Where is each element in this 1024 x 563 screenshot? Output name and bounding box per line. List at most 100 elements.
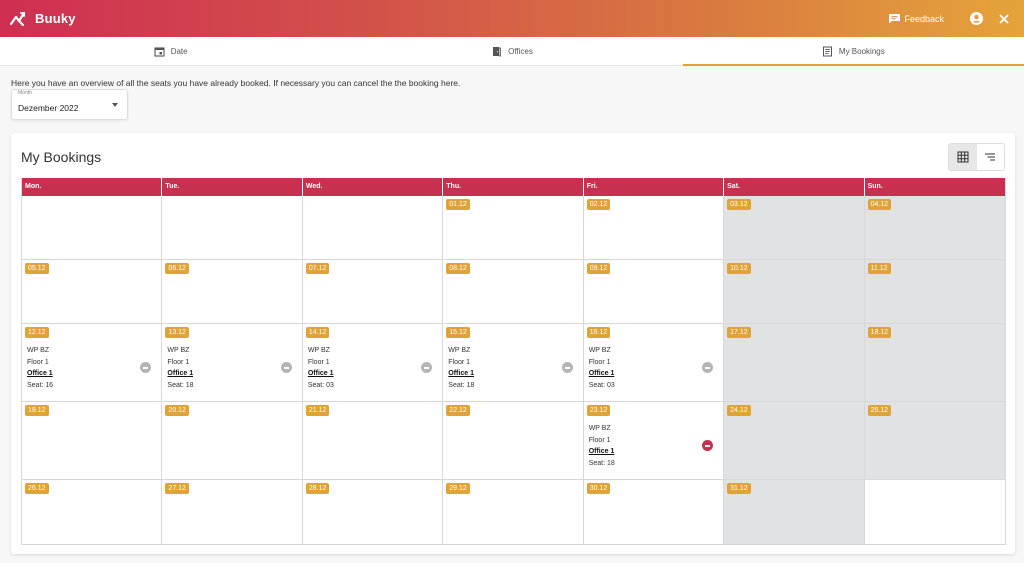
- booking-entry: WP BZ Floor 1 Office 1 Seat: 03: [589, 345, 615, 392]
- booking-entry: WP BZ Floor 1 Office 1 Seat: 18: [448, 345, 474, 392]
- date-badge: 21.12: [305, 405, 330, 416]
- date-badge: 08.12: [446, 263, 470, 274]
- logo-icon: [10, 11, 26, 26]
- calendar-header: Mon. Tue. Wed. Thu. Fri. Sat. Sun.: [22, 178, 1005, 196]
- booking-floor: Floor 1: [167, 358, 190, 366]
- calendar-day-cell[interactable]: 08.12: [443, 260, 584, 324]
- calendar-day-cell[interactable]: 19.12: [22, 402, 163, 480]
- calendar-day-cell[interactable]: 12.12 WP BZ Floor 1 Office 1 Seat: 16: [22, 324, 163, 402]
- booking-seat: Seat: 18: [448, 382, 475, 390]
- date-badge: 01.12: [446, 199, 470, 210]
- date-badge: 25.12: [867, 405, 892, 416]
- calendar-day-cell[interactable]: 30.12: [583, 480, 725, 544]
- month-select[interactable]: Month Dezember 2022: [11, 89, 128, 120]
- booking-office-link[interactable]: Office 1: [589, 446, 615, 458]
- date-badge: 18.12: [867, 327, 892, 338]
- calendar-day-cell[interactable]: 29.12: [443, 480, 584, 544]
- calendar-day-cell[interactable]: 17.12: [724, 324, 865, 402]
- booking-office-link[interactable]: Office 1: [27, 368, 53, 380]
- cancel-booking-button[interactable]: [421, 362, 433, 373]
- calendar-day-cell[interactable]: [22, 196, 163, 260]
- date-badge: 12.12: [25, 327, 49, 338]
- tab-my-bookings[interactable]: My Bookings: [682, 37, 1024, 66]
- calendar-day-cell[interactable]: 01.12: [443, 196, 584, 260]
- tab-date-label: Date: [170, 46, 188, 56]
- booking-seat: Seat: 18: [588, 460, 615, 468]
- calendar-day-cell[interactable]: 24.12: [724, 402, 865, 480]
- calendar-day-cell[interactable]: 02.12: [583, 196, 725, 260]
- booking-floor: Floor 1: [307, 358, 330, 366]
- calendar-day-cell[interactable]: 07.12: [302, 260, 444, 324]
- brand[interactable]: Buuky: [10, 11, 76, 27]
- cancel-booking-button[interactable]: [561, 362, 573, 373]
- weekday-header: Mon.: [22, 178, 163, 196]
- booking-office-link[interactable]: Office 1: [167, 368, 193, 380]
- calendar-day-cell[interactable]: 22.12: [443, 402, 584, 480]
- calendar-day-cell[interactable]: 05.12: [22, 260, 163, 324]
- account-icon[interactable]: [970, 12, 983, 25]
- calendar-day-cell[interactable]: 23.12 WP BZ Floor 1 Office 1 Seat: 18: [583, 402, 725, 480]
- booking-building: WP BZ: [307, 347, 330, 354]
- grid-view-button[interactable]: [949, 144, 977, 170]
- cancel-booking-button[interactable]: [702, 440, 714, 451]
- booking-building: WP BZ: [448, 347, 471, 354]
- feedback-button[interactable]: Feedback: [888, 13, 944, 24]
- booking-seat: Seat: 03: [307, 382, 334, 390]
- weekday-header: Sat.: [724, 178, 865, 196]
- calendar-day-cell[interactable]: [864, 480, 1005, 544]
- date-badge: 27.12: [165, 483, 189, 494]
- month-select-label: Month: [18, 90, 32, 96]
- calendar-day-cell[interactable]: 27.12: [162, 480, 303, 544]
- list-view-button[interactable]: [976, 144, 1004, 170]
- calendar-day-cell[interactable]: [162, 196, 303, 260]
- calendar-day-cell[interactable]: 10.12: [724, 260, 865, 324]
- calendar-day-cell[interactable]: 15.12 WP BZ Floor 1 Office 1 Seat: 18: [443, 324, 584, 402]
- chevron-down-icon: [112, 103, 118, 107]
- calendar-day-cell[interactable]: 26.12: [22, 480, 163, 544]
- tab-offices[interactable]: Offices: [341, 37, 682, 65]
- calendar-day-cell[interactable]: 03.12: [724, 196, 865, 260]
- tab-offices-label: Offices: [508, 46, 533, 56]
- weekday-header: Thu.: [443, 178, 584, 196]
- calendar-grid: 01.12 02.12 03.12 04.12 05.12 06.12 07.12 08.12…: [22, 196, 1005, 544]
- date-badge: 17.12: [727, 327, 751, 338]
- feedback-icon: [889, 14, 901, 24]
- close-icon[interactable]: [998, 13, 1010, 25]
- booking-office-link[interactable]: Office 1: [589, 368, 615, 380]
- booking-entry: WP BZ Floor 1 Office 1 Seat: 18: [589, 423, 615, 470]
- feedback-label: Feedback: [904, 13, 944, 24]
- calendar-icon: [154, 46, 165, 57]
- booking-entry: WP BZ Floor 1 Office 1 Seat: 16: [27, 345, 53, 392]
- date-badge: 02.12: [586, 199, 611, 210]
- booking-entry: WP BZ Floor 1 Office 1 Seat: 03: [308, 345, 334, 392]
- calendar-day-cell[interactable]: 13.12 WP BZ Floor 1 Office 1 Seat: 18: [162, 324, 303, 402]
- cancel-booking-button[interactable]: [140, 362, 152, 373]
- calendar-day-cell[interactable]: 16.12 WP BZ Floor 1 Office 1 Seat: 03: [583, 324, 725, 402]
- cancel-booking-button[interactable]: [280, 362, 292, 373]
- calendar-day-cell[interactable]: 21.12: [302, 402, 444, 480]
- tab-date[interactable]: Date: [0, 37, 341, 65]
- app-name: Buuky: [35, 11, 76, 26]
- calendar-day-cell[interactable]: 20.12: [162, 402, 303, 480]
- date-badge: 16.12: [586, 327, 611, 338]
- calendar-day-cell[interactable]: 04.12: [864, 196, 1005, 260]
- tab-my-bookings-label: My Bookings: [838, 46, 885, 56]
- calendar-day-cell[interactable]: 09.12: [583, 260, 725, 324]
- calendar-day-cell[interactable]: 25.12: [864, 402, 1005, 480]
- weekday-header: Fri.: [584, 178, 725, 196]
- bookings-card: My Bookings Mon. Tue. Wed. Thu. Fri. Sat. Sun.…: [11, 133, 1015, 554]
- calendar-day-cell[interactable]: 31.12: [724, 480, 865, 544]
- date-badge: 06.12: [165, 263, 189, 274]
- date-badge: 26.12: [25, 483, 49, 494]
- date-badge: 07.12: [305, 263, 330, 274]
- calendar-day-cell[interactable]: 14.12 WP BZ Floor 1 Office 1 Seat: 03: [302, 324, 444, 402]
- calendar-day-cell[interactable]: [302, 196, 444, 260]
- calendar-day-cell[interactable]: 06.12: [162, 260, 303, 324]
- booking-office-link[interactable]: Office 1: [308, 368, 334, 380]
- calendar-day-cell[interactable]: 18.12: [864, 324, 1005, 402]
- cancel-booking-button[interactable]: [702, 362, 714, 373]
- view-toggle: [948, 143, 1005, 171]
- calendar-day-cell[interactable]: 11.12: [864, 260, 1005, 324]
- booking-office-link[interactable]: Office 1: [448, 368, 474, 380]
- calendar-day-cell[interactable]: 28.12: [302, 480, 444, 544]
